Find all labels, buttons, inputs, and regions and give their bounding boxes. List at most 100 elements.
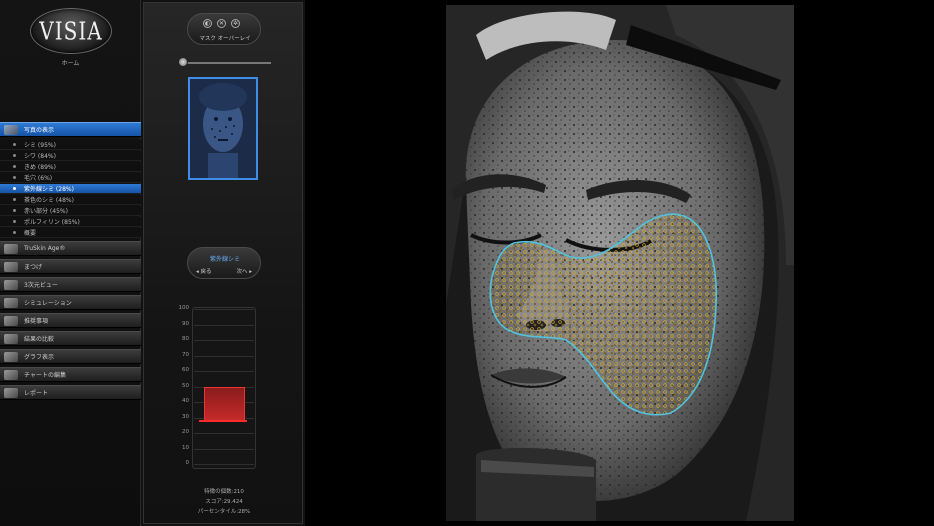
graph-icon xyxy=(4,351,18,362)
opacity-slider-handle[interactable] xyxy=(178,57,188,67)
gauge-tick-label: 90 xyxy=(182,320,189,327)
nav-simulation[interactable]: シミュレーション xyxy=(0,295,141,310)
visia-logo[interactable]: VISIA xyxy=(30,8,112,54)
sub-item-overview[interactable]: 概要 xyxy=(0,228,141,238)
sub-item-pores[interactable]: 毛穴 (6%) xyxy=(0,173,141,183)
bullet-icon xyxy=(13,187,16,190)
bullet-icon xyxy=(13,209,16,212)
nav-3d-view[interactable]: 3次元ビュー xyxy=(0,277,141,292)
nav-label: TruSkin Age® xyxy=(24,245,66,252)
prev-button[interactable]: ◂ 戻る xyxy=(196,267,212,275)
gauge-gridline xyxy=(194,448,254,450)
3d-view-icon xyxy=(4,279,18,290)
next-label: 次へ xyxy=(236,269,248,275)
nav-recommendations[interactable]: 推奨事項 xyxy=(0,313,141,328)
bullet-icon xyxy=(13,198,16,201)
feature-count-row: 特徴の個数: 210 xyxy=(204,489,244,495)
opacity-slider-track[interactable] xyxy=(179,62,271,64)
gauge-tick-label: 0 xyxy=(185,460,190,466)
photo-icon xyxy=(4,124,18,135)
bullet-icon xyxy=(13,176,16,179)
gauge-tick-label: 10 xyxy=(182,444,189,451)
recommendations-icon xyxy=(4,315,18,326)
bullet-icon xyxy=(13,143,16,146)
gauge-gridline xyxy=(194,464,254,465)
bullet-icon xyxy=(13,220,16,223)
nav-eyelashes[interactable]: まつげ xyxy=(0,259,141,274)
mask-settings-icon[interactable]: ✲ xyxy=(231,19,240,28)
nav-truskin-age[interactable]: TruSkin Age® xyxy=(0,241,141,256)
sub-item-porphyrins[interactable]: ポルフィリン (85%) xyxy=(0,217,141,227)
sub-item-uv-spots[interactable]: 紫外線シミ (28%) xyxy=(0,184,141,194)
stats-block: 特徴の個数: 210 スコア: 29.424 パーセンタイル: 28% xyxy=(144,487,304,517)
feature-count-value: 210 xyxy=(233,489,244,495)
chart-edit-icon xyxy=(4,369,18,380)
sub-item-brown-spots[interactable]: 茶色のシミ (48%) xyxy=(0,195,141,205)
nav-label: チャートの編集 xyxy=(24,372,66,379)
mask-close-icon[interactable]: ✕ xyxy=(217,19,226,28)
score-value: 29.424 xyxy=(223,499,243,505)
sidebar: VISIA ホーム 写真の表示 シミ (95%) シワ (84%) きめ (89… xyxy=(0,0,141,526)
percentile-value: 28% xyxy=(238,509,251,515)
gauge-gridline xyxy=(194,433,254,434)
gauge-tick-label: 70 xyxy=(182,351,189,358)
compare-icon xyxy=(4,333,18,344)
simulation-icon xyxy=(4,297,18,308)
percentile-row: パーセンタイル: 28% xyxy=(197,509,251,515)
gauge-tick-label: 50 xyxy=(182,382,189,389)
eyelash-icon xyxy=(4,261,18,272)
gauge-gridline xyxy=(194,355,254,357)
mask-overlay-label: マスク オーバーレイ xyxy=(199,36,251,42)
gauge-tick-label: 30 xyxy=(182,413,189,420)
sub-item-spots[interactable]: シミ (95%) xyxy=(0,140,141,150)
bullet-icon xyxy=(13,231,16,234)
nav-label: 結果の比較 xyxy=(24,336,55,343)
sub-item-wrinkles[interactable]: シワ (84%) xyxy=(0,151,141,161)
percentile-marker xyxy=(199,419,247,422)
feature-count-label: 特徴の個数 xyxy=(204,489,232,495)
nav-chart-edit[interactable]: チャートの編集 xyxy=(0,367,141,382)
nav-photo-view[interactable]: 写真の表示 xyxy=(0,122,141,137)
nav-label: レポート xyxy=(24,390,49,397)
bullet-icon xyxy=(13,165,16,168)
prev-label: 戻る xyxy=(200,269,212,275)
gauge-tick-label: 20 xyxy=(182,429,189,435)
gauge-gridline xyxy=(194,371,254,372)
face-age-icon xyxy=(4,243,18,254)
gauge-tick-label: 60 xyxy=(182,367,189,373)
sub-item-texture[interactable]: きめ (89%) xyxy=(0,162,141,172)
uv-spots-face-photo[interactable] xyxy=(446,5,794,521)
nav-label: グラフ表示 xyxy=(24,354,55,361)
nav-compare-results[interactable]: 結果の比較 xyxy=(0,331,141,346)
sub-item-label: 紫外線シミ (28%) xyxy=(24,186,74,193)
gauge-tick-label: 100 xyxy=(178,305,190,311)
nav-label: 写真の表示 xyxy=(24,127,55,134)
home-label[interactable]: ホーム xyxy=(0,58,141,67)
sub-item-red-areas[interactable]: 赤い部分 (45%) xyxy=(0,206,141,216)
nav-label: 3次元ビュー xyxy=(24,282,58,289)
nav-report[interactable]: レポート xyxy=(0,385,141,400)
mask-overlay-control: ◐ ✕ ✲ マスク オーバーレイ xyxy=(187,13,261,45)
nav-graph-view[interactable]: グラフ表示 xyxy=(0,349,141,364)
sub-item-label: ポルフィリン (85%) xyxy=(24,219,80,226)
feature-title: 紫外線シミ xyxy=(209,256,240,263)
mask-toggle-icon[interactable]: ◐ xyxy=(203,19,212,28)
sub-item-label: シミ (95%) xyxy=(24,142,56,149)
gauge-tick-label: 40 xyxy=(182,398,189,404)
sub-item-label: 毛穴 (6%) xyxy=(24,175,53,182)
next-button[interactable]: 次へ ▸ xyxy=(236,267,252,275)
image-viewer xyxy=(305,0,934,526)
gauge-gridline xyxy=(194,324,254,326)
uv-photo-thumbnail[interactable] xyxy=(188,77,258,180)
sub-item-label: 茶色のシミ (48%) xyxy=(24,197,74,204)
logo-text: VISIA xyxy=(39,16,103,46)
gauge-tick-label: 80 xyxy=(182,336,189,342)
sub-item-label: きめ (89%) xyxy=(24,164,56,171)
percentile-label: パーセンタイル xyxy=(197,509,237,515)
nav-label: 推奨事項 xyxy=(24,318,49,325)
report-icon xyxy=(4,387,18,398)
score-label: スコア xyxy=(205,499,222,505)
sub-item-label: シワ (84%) xyxy=(24,153,56,160)
gauge-gridline xyxy=(194,309,254,310)
sub-item-label: 赤い部分 (45%) xyxy=(24,208,68,215)
